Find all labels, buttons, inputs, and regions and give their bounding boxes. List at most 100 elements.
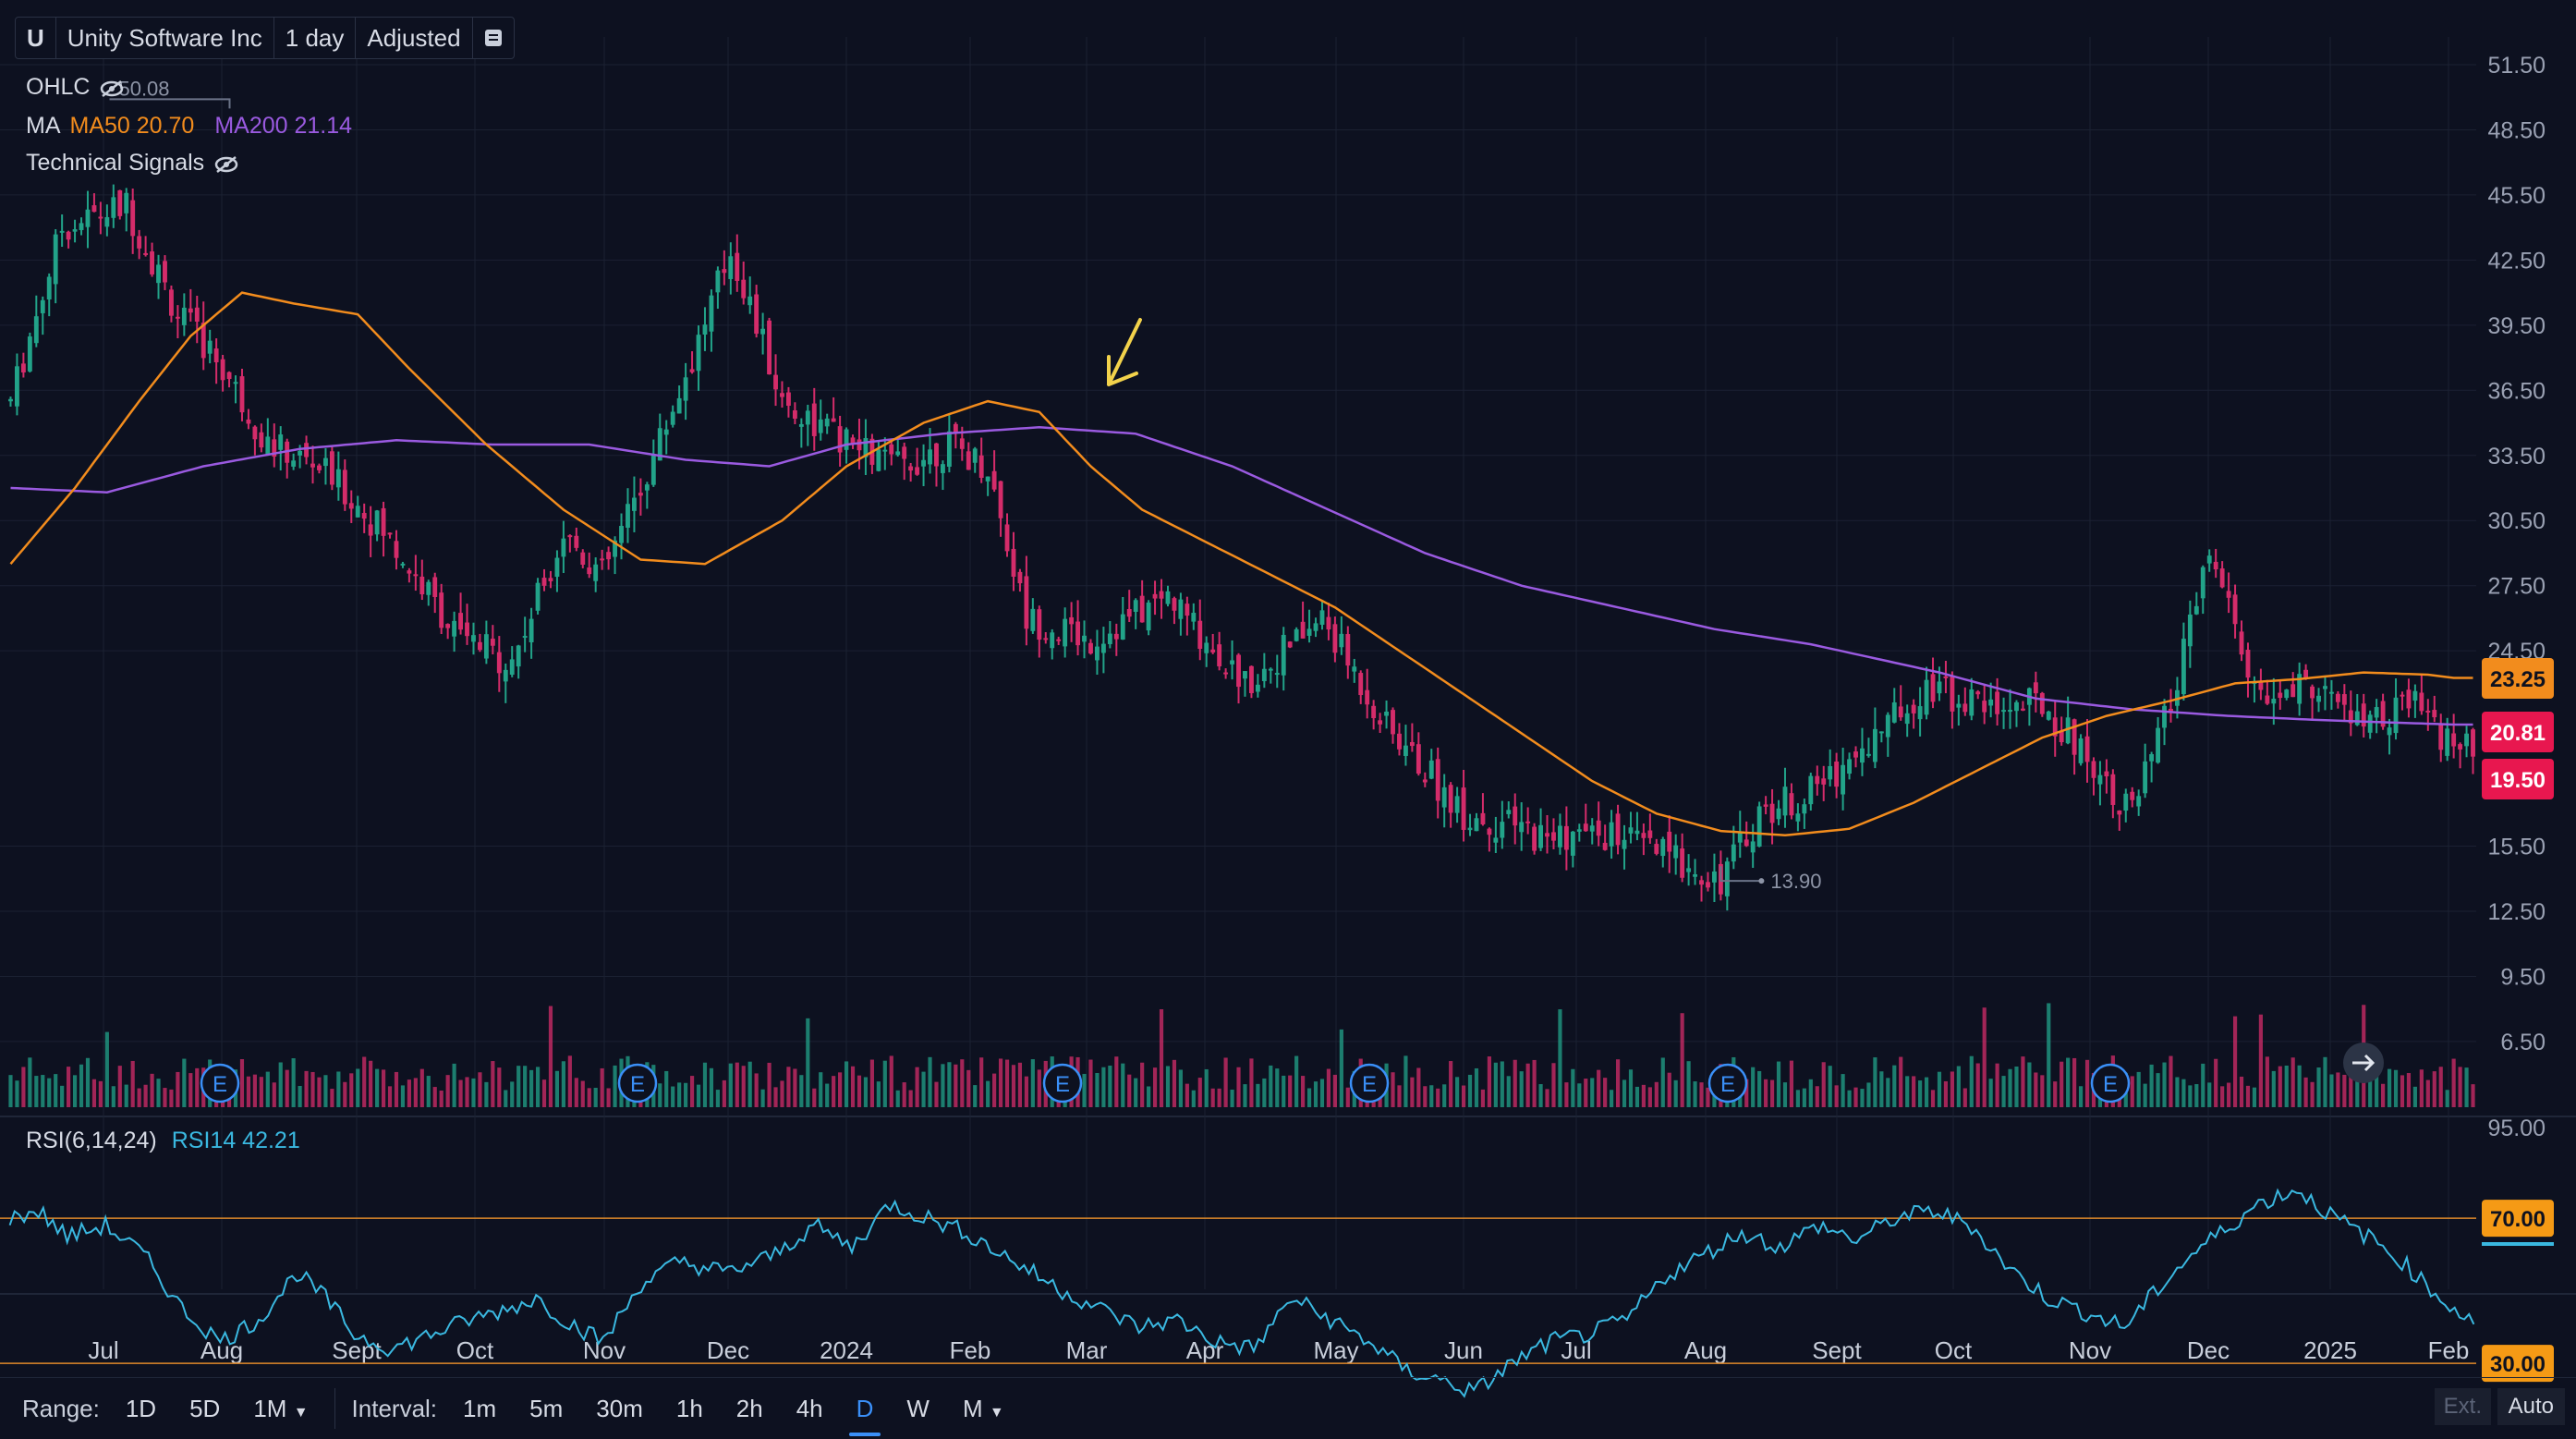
caret-down-icon: ▼: [989, 1404, 1004, 1421]
details-icon[interactable]: [473, 18, 514, 58]
interval-1h[interactable]: 1h: [660, 1395, 720, 1423]
candle-body: [1917, 706, 1923, 720]
volume-bar: [2310, 1081, 2315, 1107]
volume-bar: [91, 1079, 97, 1107]
earnings-marker-label: E: [630, 1072, 645, 1097]
interval-m[interactable]: M ▼: [946, 1395, 1021, 1423]
volume-bar: [677, 1082, 682, 1107]
range-1m[interactable]: 1M ▼: [237, 1395, 324, 1423]
symbol-header[interactable]: U Unity Software Inc 1 day Adjusted: [15, 17, 515, 59]
volume-bar: [767, 1062, 772, 1107]
volume-bar: [413, 1078, 418, 1107]
legend-signals[interactable]: Technical Signals: [26, 150, 239, 177]
interval-d[interactable]: D: [840, 1395, 891, 1436]
volume-bar: [773, 1087, 778, 1107]
volume-bar: [407, 1079, 411, 1107]
volume-bar: [1275, 1068, 1280, 1107]
legend-ma[interactable]: MA MA50 20.70 MA200 21.14: [26, 113, 352, 140]
rsi-legend[interactable]: RSI(6,14,24) RSI14 42.21: [26, 1128, 300, 1154]
candle-body: [1319, 610, 1325, 625]
range-1d[interactable]: 1D: [109, 1395, 173, 1423]
candle-body: [1756, 806, 1762, 847]
volume-bar: [1301, 1076, 1306, 1107]
interval-selector[interactable]: 1 day: [274, 18, 357, 58]
rsi-badge-label: 70.00: [2490, 1207, 2546, 1232]
candle-body: [2310, 686, 2315, 699]
candle-body: [2451, 733, 2457, 747]
candle-body: [2438, 725, 2444, 750]
volume-bar: [1262, 1078, 1267, 1107]
extended-hours-toggle[interactable]: Ext.: [2434, 1388, 2491, 1425]
candle-body: [426, 581, 431, 595]
candle-body: [1821, 778, 1827, 785]
candle-body: [1339, 633, 1344, 648]
stock-chart[interactable]: 51.50 48.50 45.50 42.50 39.50 36.50 33.50 30.50…: [0, 0, 2576, 1438]
volume-bar: [2297, 1065, 2302, 1107]
volume-bar: [979, 1057, 984, 1107]
price-tick-label: 45.50: [2487, 183, 2546, 209]
interval-2h[interactable]: 2h: [720, 1395, 780, 1423]
volume-bar: [1474, 1067, 1479, 1107]
volume-bar: [2227, 1082, 2231, 1107]
interval-5m[interactable]: 5m: [513, 1395, 579, 1423]
candle-body: [124, 192, 129, 213]
interval-30m[interactable]: 30m: [579, 1395, 660, 1423]
toolbar-divider: [334, 1388, 335, 1429]
candle-body: [792, 409, 797, 419]
volume-bar: [2393, 1069, 2399, 1107]
auto-scale-toggle[interactable]: Auto: [2497, 1388, 2565, 1425]
price-tick-label: 51.50: [2487, 53, 2546, 79]
candle-body: [857, 439, 862, 451]
candle-body: [644, 484, 650, 491]
candle-body: [2458, 744, 2463, 750]
candle-body: [632, 497, 637, 511]
volume-bar: [169, 1089, 174, 1107]
candle-body: [2290, 684, 2296, 698]
volume-bar: [15, 1080, 19, 1107]
candle-body: [329, 451, 334, 485]
candle-body: [2033, 682, 2038, 694]
candle-body: [2136, 796, 2142, 807]
candle-body: [1037, 609, 1042, 640]
volume-bar: [1912, 1076, 1916, 1107]
candle-body: [1570, 831, 1575, 856]
volume-bar: [2258, 1014, 2263, 1107]
range-5d[interactable]: 5D: [173, 1395, 237, 1423]
volume-bar: [445, 1075, 450, 1107]
candle-body: [1975, 691, 1981, 695]
interval-w[interactable]: W: [890, 1395, 946, 1423]
candle-body: [1706, 882, 1710, 888]
interval-1m[interactable]: 1m: [446, 1395, 513, 1423]
candle-body: [188, 308, 193, 313]
candle-body: [805, 410, 810, 425]
candle-body: [1165, 591, 1171, 604]
volume-bar: [992, 1073, 997, 1107]
adjust-selector[interactable]: Adjusted: [356, 18, 473, 58]
candle-body: [1878, 731, 1884, 734]
candle-body: [1185, 604, 1190, 616]
legend-ohlc[interactable]: OHLC: [26, 74, 125, 101]
candle-body: [1551, 832, 1556, 841]
volume-bar: [124, 1084, 128, 1107]
interval-4h[interactable]: 4h: [780, 1395, 840, 1423]
candle-body: [1789, 793, 1794, 816]
volume-bar: [1204, 1068, 1209, 1107]
candle-body: [1352, 666, 1357, 672]
candle-body: [638, 493, 643, 496]
candle-body: [1634, 830, 1640, 835]
volume-bar: [554, 1070, 560, 1107]
candle-body: [574, 535, 579, 548]
symbol-ticker[interactable]: U: [16, 18, 56, 58]
candle-body: [2258, 681, 2264, 690]
eye-slash-icon[interactable]: [99, 79, 125, 97]
candle-body: [811, 403, 817, 436]
candle-body: [985, 476, 990, 482]
candle-body: [2219, 568, 2225, 588]
candle-body: [310, 463, 315, 468]
candle-body: [1724, 861, 1730, 896]
volume-bar: [2265, 1056, 2269, 1107]
candle-body: [2187, 614, 2193, 647]
eye-slash-icon[interactable]: [213, 155, 239, 173]
volume-bar: [1423, 1086, 1428, 1107]
candle-body: [1802, 804, 1807, 814]
